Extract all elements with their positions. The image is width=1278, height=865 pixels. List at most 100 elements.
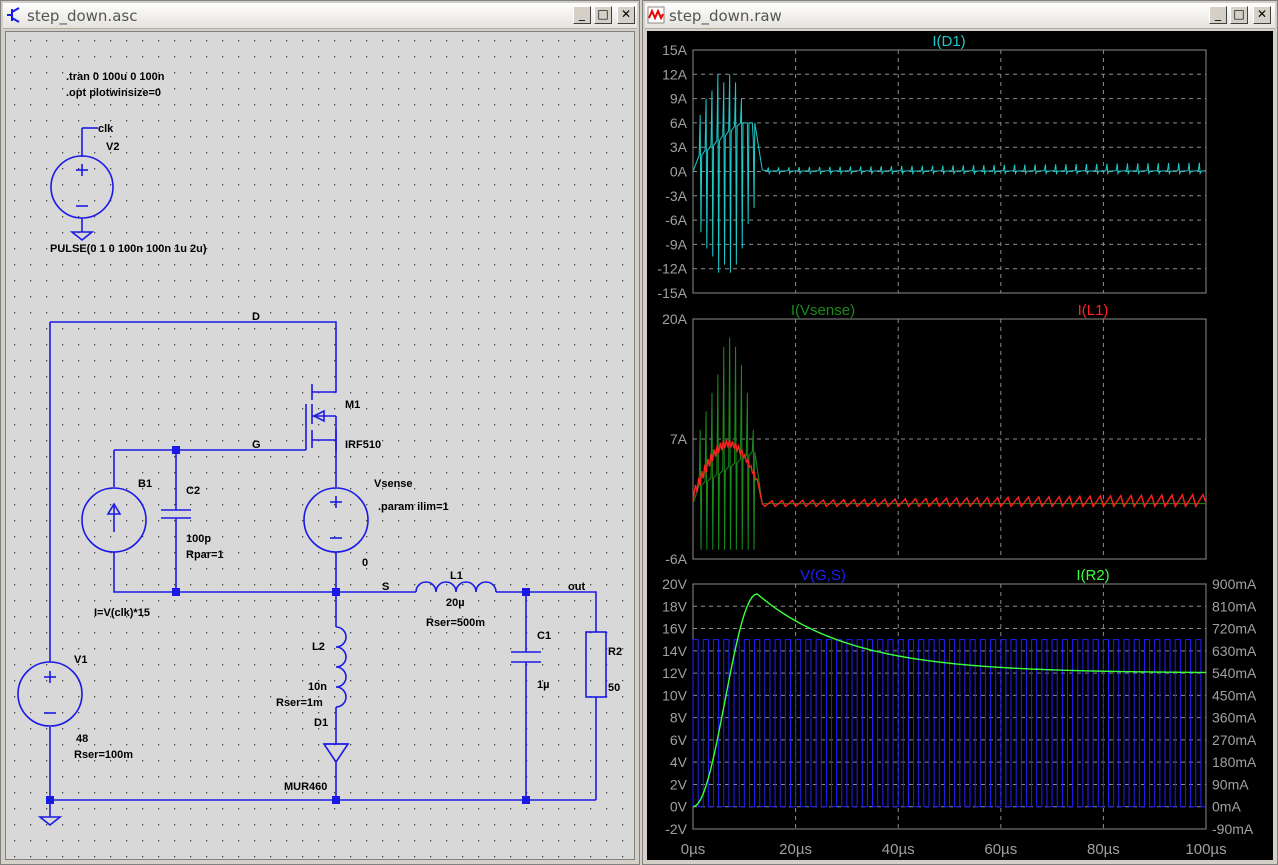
trace-i-vsense (692, 337, 1206, 550)
schematic-window: step_down.asc _ □ ✕ .tran 0 100u 0 100n … (0, 0, 640, 865)
y-tick-label: -6A (665, 551, 687, 567)
label-m1: M1 (345, 399, 360, 411)
directive-opt: .opt plotwinsize=0 (66, 87, 161, 99)
label-l2: L2 (312, 641, 325, 653)
trace-title[interactable]: I(L1) (1078, 302, 1109, 319)
label-d1-model: MUR460 (284, 781, 327, 793)
label-v1-value: 48 (76, 733, 88, 745)
maximize-button[interactable]: □ (1230, 6, 1248, 24)
label-net-d: D (252, 311, 260, 323)
plot-pane-2[interactable]: 20A 7A -6A (662, 311, 1207, 567)
label-r2: R2 (608, 646, 622, 658)
y2-tick-label: 900mA (1212, 576, 1257, 592)
x-tick-label: 80µs (1087, 841, 1120, 858)
y-tick-label: 6V (670, 732, 688, 748)
y-tick-label: 18V (662, 598, 688, 614)
y-tick-label: 20A (662, 311, 688, 327)
y-tick-label: 10V (662, 687, 688, 703)
y2-tick-label: -90mA (1212, 821, 1254, 837)
trace-title[interactable]: I(Vsense) (791, 302, 855, 319)
trace-i-d1 (692, 74, 1207, 273)
y-tick-label: 12V (662, 665, 688, 681)
y-tick-label: -12A (657, 261, 687, 277)
y-tick-label: 15A (662, 42, 688, 58)
y2-tick-label: 810mA (1212, 598, 1257, 614)
close-button[interactable]: ✕ (1253, 6, 1271, 24)
trace-title[interactable]: I(R2) (1076, 567, 1109, 584)
label-param: .param ilim=1 (378, 501, 449, 513)
label-v1: V1 (74, 654, 87, 666)
y2-tick-label: 90mA (1212, 776, 1249, 792)
label-l1: L1 (450, 570, 463, 582)
y2-tick-label: 720mA (1212, 621, 1257, 637)
waveform-svg: 15A12A9A6A3A0A-3A-6A-9A-12A-15A20A7A-6A2… (657, 33, 1257, 858)
y-tick-label: 14V (662, 643, 688, 659)
y-tick-label: -15A (657, 285, 687, 301)
label-c1-value: 1µ (537, 679, 549, 691)
label-r2-value: 50 (608, 682, 620, 694)
y-tick-label: -2V (665, 821, 687, 837)
close-button[interactable]: ✕ (617, 6, 635, 24)
y-tick-label: 12A (662, 66, 688, 82)
label-v2: V2 (106, 141, 119, 153)
label-b1-expr: I=V(clk)*15 (94, 607, 150, 619)
plot-pane-1[interactable]: 15A 12A 9A 6A 3A 0A -3A -6A -9A -12A -15A (657, 42, 1207, 301)
y-tick-label: -6A (665, 212, 687, 228)
transistor-icon (7, 7, 20, 23)
y2-tick-label: 450mA (1212, 687, 1257, 703)
label-vsense-value: 0 (362, 557, 368, 569)
y-tick-label: 6A (670, 115, 688, 131)
y2-tick-label: 180mA (1212, 754, 1257, 770)
minimize-button[interactable]: _ (573, 6, 591, 24)
minimize-button[interactable]: _ (1209, 6, 1227, 24)
y-tick-label: 4V (670, 754, 688, 770)
label-c1: C1 (537, 630, 551, 642)
label-v1-rser: Rser=100m (74, 749, 133, 761)
y-tick-label: 9A (670, 91, 688, 107)
y-tick-label: 0V (670, 799, 688, 815)
y-tick-label: 3A (670, 139, 688, 155)
label-l1-value: 20µ (446, 597, 465, 609)
maximize-button[interactable]: □ (594, 6, 612, 24)
waveform-titlebar[interactable]: step_down.raw _ □ ✕ (645, 3, 1275, 29)
y-tick-label: -9A (665, 236, 687, 252)
y2-tick-label: 0mA (1212, 799, 1241, 815)
label-net-g: G (252, 439, 261, 451)
x-tick-label: 60µs (984, 841, 1017, 858)
x-tick-label: 20µs (779, 841, 812, 858)
label-l1-rser: Rser=500m (426, 617, 485, 629)
label-c2-rpar: Rpar=1 (186, 549, 224, 561)
schematic-svg: .tran 0 100u 0 100n .opt plotwinsize=0 c… (6, 32, 636, 862)
y-tick-label: 16V (662, 621, 688, 637)
label-b1: B1 (138, 478, 152, 490)
y-tick-label: 0A (670, 164, 688, 180)
x-tick-label: 40µs (882, 841, 915, 858)
trace-i-l1 (692, 439, 1207, 509)
label-c2-value: 100p (186, 533, 211, 545)
label-l2-value: 10n (308, 681, 327, 693)
schematic-title: step_down.asc (27, 7, 138, 25)
trace-v-gs (692, 639, 1206, 808)
waveform-canvas[interactable]: 15A 12A 9A 6A 3A 0A -3A -6A -9A -12A -15A 20A 7A -6A 2… (647, 31, 1273, 860)
x-tick-label: 100µs (1185, 841, 1226, 858)
trace-title[interactable]: V(G,S) (800, 567, 846, 584)
label-d1: D1 (314, 717, 328, 729)
y2-tick-label: 630mA (1212, 643, 1257, 659)
y-tick-label: 7A (670, 431, 688, 447)
x-tick-label: 0µs (681, 841, 706, 858)
y-tick-label: 20V (662, 576, 688, 592)
label-net-s: S (382, 581, 389, 593)
y-tick-label: -3A (665, 188, 687, 204)
label-l2-rser: Rser=1m (276, 697, 323, 709)
y-tick-label: 2V (670, 776, 688, 792)
schematic-titlebar[interactable]: step_down.asc _ □ ✕ (3, 3, 637, 29)
y2-tick-label: 360mA (1212, 710, 1257, 726)
trace-title[interactable]: I(D1) (932, 33, 965, 50)
waveform-icon (647, 6, 665, 24)
label-clk: clk (98, 123, 114, 135)
y2-tick-label: 270mA (1212, 732, 1257, 748)
label-c2: C2 (186, 485, 200, 497)
waveform-window: step_down.raw _ □ ✕ 15A 12A 9A 6A 3A 0A -3A -6A… (642, 0, 1278, 865)
schematic-canvas[interactable]: .tran 0 100u 0 100n .opt plotwinsize=0 c… (5, 31, 636, 862)
y2-tick-label: 540mA (1212, 665, 1257, 681)
